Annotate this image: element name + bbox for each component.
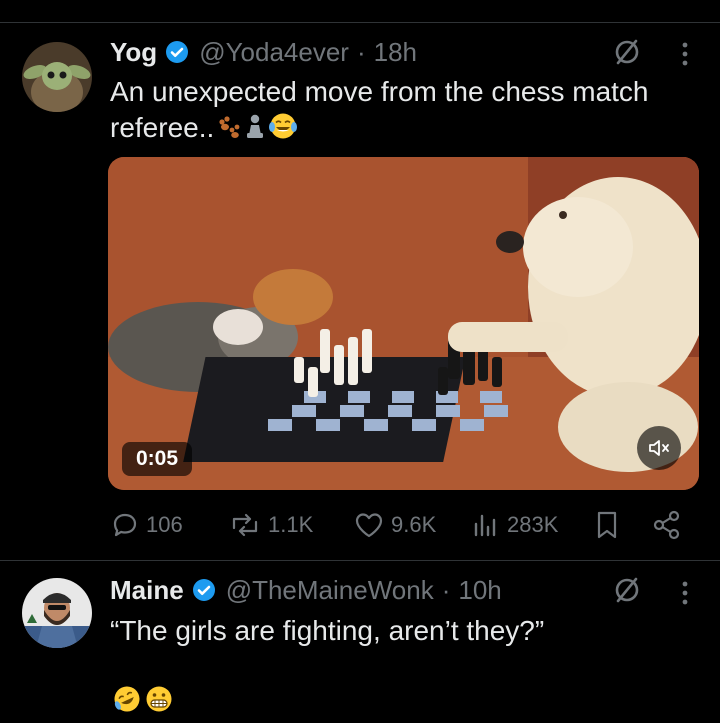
tweet-text-content: referee.. [110,112,215,143]
tweet-maine[interactable]: Maine @TheMaineWonk · 10h “The girls are… [0,561,720,720]
video-duration: 0:05 [122,442,193,476]
timestamp[interactable]: 18h [374,37,417,68]
chess-pawn-emoji-icon [244,113,266,150]
like-count: 9.6K [391,512,437,537]
avatar[interactable] [22,578,92,648]
reply-button[interactable]: 106 [110,505,183,545]
author-name[interactable]: Yog [110,37,157,68]
rolling-on-the-floor-laughing-emoji-icon [112,684,142,723]
timestamp[interactable]: 10h [458,575,501,606]
avatar[interactable] [22,42,92,112]
tweet-text-line: referee.. [110,110,649,150]
author-handle[interactable]: @Yoda4ever [199,37,349,68]
author-handle[interactable]: @TheMaineWonk [226,575,434,606]
tweet-header: Yog @Yoda4ever · 18h [110,35,417,69]
face-with-tears-of-joy-emoji-icon [268,111,298,150]
reply-count: 106 [146,512,183,537]
share-icon [653,510,680,540]
share-button[interactable] [651,505,689,545]
tweet-text: An unexpected move from the chess match … [110,74,649,150]
separator-dot: · [441,574,451,605]
grimacing-face-emoji-icon [144,684,174,723]
views-button[interactable]: 283K [471,505,558,545]
tweet-text-line: “The girls are fighting, aren’t they?” [110,615,545,646]
views-icon [474,514,496,537]
author-name[interactable]: Maine [110,575,184,606]
like-icon [355,513,383,538]
paw-prints-emoji-icon [216,114,242,150]
tweet-actions: 106 1.1K 9.6K 283K [108,505,693,545]
bookmark-button[interactable] [593,505,627,545]
grok-icon[interactable] [612,575,642,605]
video-player[interactable]: 0:05 [108,157,699,490]
verified-badge-icon [166,41,189,63]
reply-icon [113,513,137,537]
more-icon[interactable] [680,579,690,607]
repost-count: 1.1K [268,512,314,537]
repost-icon [232,513,258,537]
tweet-yog[interactable]: Yog @Yoda4ever · 18h An unexpected move … [0,0,720,560]
verified-badge-icon [192,579,215,601]
more-icon[interactable] [680,40,690,68]
tweet-emoji-line [110,683,174,723]
bookmark-icon [597,511,617,539]
like-button[interactable]: 9.6K [353,505,436,545]
repost-button[interactable]: 1.1K [228,505,313,545]
tweet-text-line: An unexpected move from the chess match [110,76,649,107]
views-count: 283K [507,512,559,537]
separator-dot: · [356,36,366,67]
video-frame[interactable] [108,157,699,490]
mute-button[interactable] [637,426,681,470]
grok-icon[interactable] [612,37,642,67]
mute-icon [649,440,669,456]
tweet-header: Maine @TheMaineWonk · 10h [110,573,502,607]
tweet-text: “The girls are fighting, aren’t they?” [110,613,544,649]
